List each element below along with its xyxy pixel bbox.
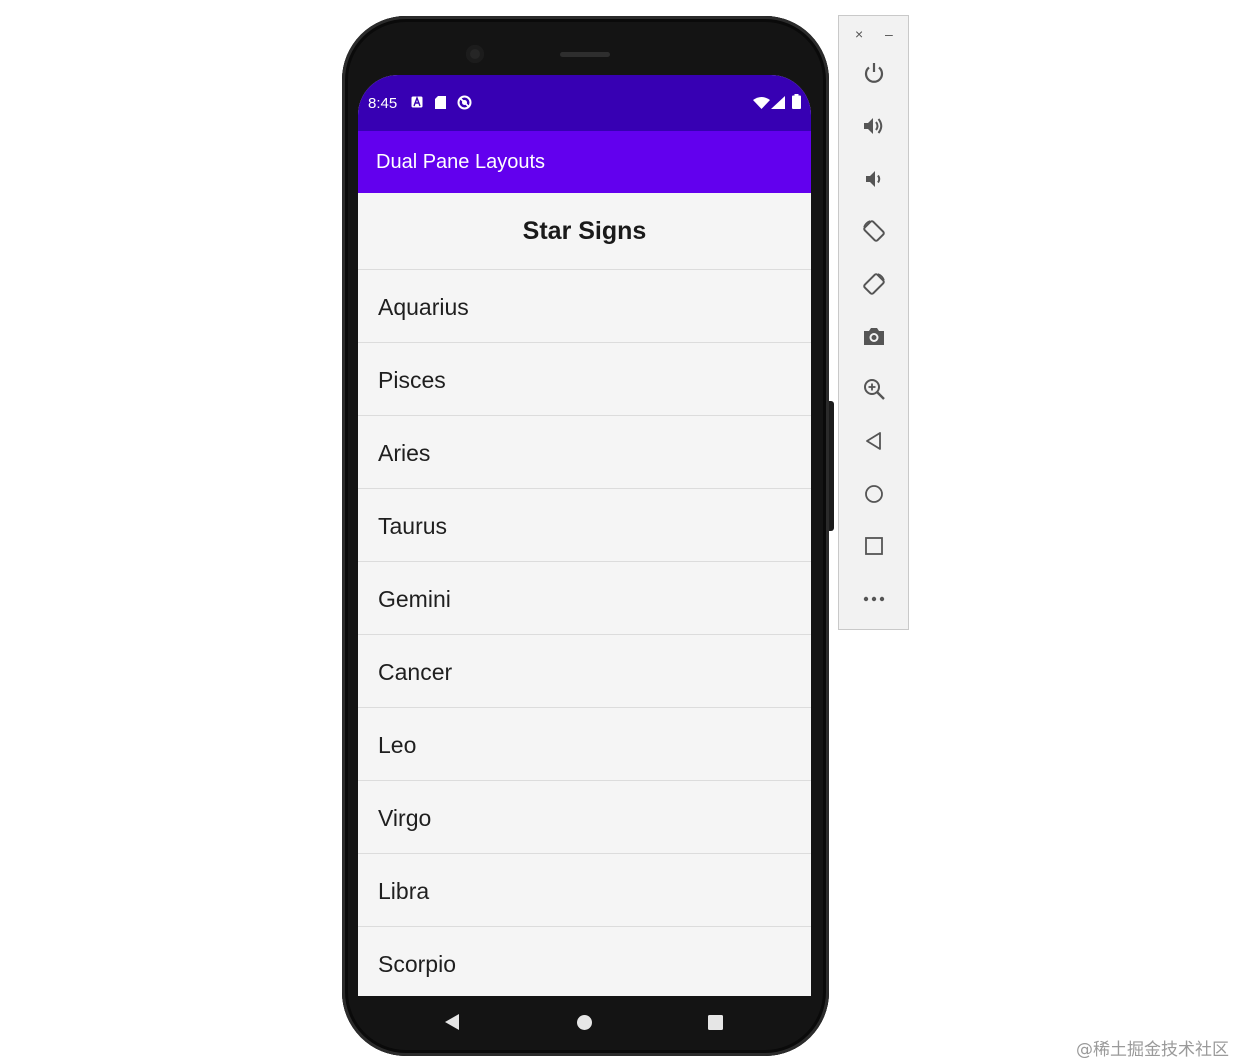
wifi-icon (753, 97, 770, 109)
home-button[interactable] (859, 479, 889, 509)
nav-home-icon[interactable] (577, 1015, 592, 1030)
list-item-label: Aquarius (378, 294, 469, 320)
list-item-aries[interactable]: Aries (358, 416, 811, 489)
volume-down-button[interactable] (859, 164, 889, 194)
overview-button[interactable] (859, 531, 889, 561)
volume-up-button[interactable] (859, 111, 889, 141)
watermark: @稀土掘金技术社区 (1076, 1040, 1229, 1060)
do-not-disturb-icon (457, 95, 472, 110)
rotate-left-icon (863, 220, 885, 242)
star-sign-list: Aquarius Pisces Aries Taurus Gemini Canc… (358, 270, 811, 996)
list-item-virgo[interactable]: Virgo (358, 781, 811, 854)
rotate-right-icon (863, 273, 885, 295)
zoom-button[interactable] (859, 374, 889, 404)
a-notification-icon (411, 96, 423, 108)
app-title: Dual Pane Layouts (376, 151, 546, 173)
status-time: 8:45 (368, 95, 398, 112)
app-bar: Dual Pane Layouts (358, 131, 811, 193)
list-item-label: Pisces (378, 367, 446, 393)
earpiece-speaker (560, 52, 610, 57)
device-screen: 8:45 Dual Pane Layouts Star Signs Aquari… (358, 75, 811, 996)
list-item-label: Virgo (378, 805, 432, 831)
nav-back-icon[interactable] (445, 1014, 459, 1030)
back-icon (866, 432, 881, 450)
more-icon (863, 596, 885, 602)
zoom-icon (864, 379, 885, 400)
emulator-toolbar: × – (838, 15, 909, 630)
power-icon (864, 63, 884, 83)
list-item-taurus[interactable]: Taurus (358, 489, 811, 562)
list-item-label: Leo (378, 732, 417, 758)
list-item-gemini[interactable]: Gemini (358, 562, 811, 635)
phone-frame: 8:45 Dual Pane Layouts Star Signs Aquari… (342, 16, 834, 1056)
overview-icon (865, 537, 883, 555)
more-button[interactable] (859, 584, 889, 614)
list-item-libra[interactable]: Libra (358, 854, 811, 927)
power-button[interactable] (859, 58, 889, 88)
rotate-right-button[interactable] (859, 269, 889, 299)
screenshot-button[interactable] (859, 321, 889, 351)
volume-down-icon (866, 171, 881, 187)
sd-card-icon (435, 96, 446, 109)
list-header: Star Signs (358, 193, 811, 270)
close-window-button[interactable]: × (855, 26, 863, 42)
home-icon (865, 485, 883, 503)
volume-up-icon (864, 118, 883, 134)
minimize-window-button[interactable]: – (885, 26, 893, 42)
list-item-pisces[interactable]: Pisces (358, 343, 811, 416)
list-item-label: Cancer (378, 659, 453, 685)
camera-icon (864, 328, 884, 345)
list-item-aquarius[interactable]: Aquarius (358, 270, 811, 343)
list-item-label: Libra (378, 878, 430, 904)
list-item-cancer[interactable]: Cancer (358, 635, 811, 708)
list-item-scorpio[interactable]: Scorpio (358, 927, 811, 996)
cellular-signal-icon (771, 96, 785, 109)
battery-icon (792, 94, 801, 109)
nav-recents-icon[interactable] (708, 1015, 723, 1030)
back-button[interactable] (859, 426, 889, 456)
list-item-label: Aries (378, 440, 431, 466)
navigation-bar (358, 996, 811, 1048)
front-camera (466, 45, 484, 63)
status-bar: 8:45 (358, 75, 811, 131)
list-item-label: Gemini (378, 586, 451, 612)
list-item-label: Taurus (378, 513, 448, 539)
list-item-label: Scorpio (378, 951, 456, 977)
rotate-left-button[interactable] (859, 216, 889, 246)
list-item-leo[interactable]: Leo (358, 708, 811, 781)
